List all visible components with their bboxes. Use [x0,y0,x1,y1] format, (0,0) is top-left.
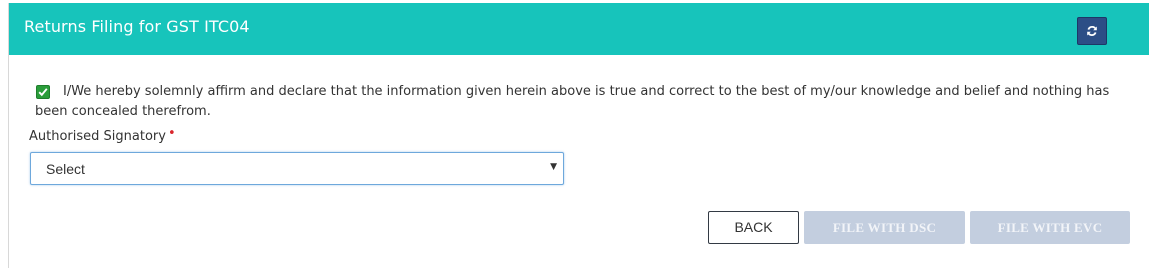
signatory-label: Authorised Signatory • [29,126,176,144]
signatory-select-value: Select [46,161,85,177]
page-title: Returns Filing for GST ITC04 [24,17,250,36]
declaration-checkbox[interactable] [36,85,50,99]
panel-header: Returns Filing for GST ITC04 [9,3,1149,55]
signatory-select[interactable]: Select ▼ [30,152,564,185]
declaration-text: I/We hereby solemnly affirm and declare … [35,84,1110,119]
required-marker: • [167,126,176,141]
check-icon [38,88,48,97]
file-with-dsc-button[interactable]: FILE WITH DSC [804,211,965,244]
filing-panel: Returns Filing for GST ITC04 I/We hereby… [8,3,1149,268]
back-button[interactable]: BACK [708,211,799,244]
file-with-evc-button[interactable]: FILE WITH EVC [970,211,1130,244]
declaration-block: I/We hereby solemnly affirm and declare … [35,82,1125,122]
refresh-icon [1087,26,1097,36]
refresh-button[interactable] [1077,17,1107,45]
signatory-label-text: Authorised Signatory [29,129,166,144]
chevron-down-icon: ▼ [550,162,557,172]
